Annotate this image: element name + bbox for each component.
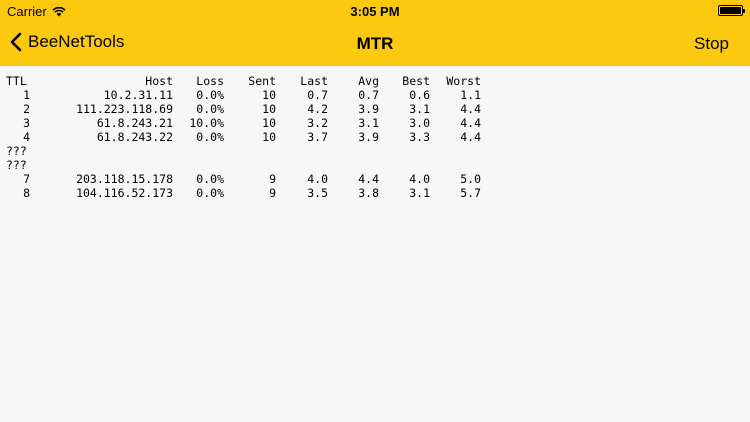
header-host: Host <box>145 74 173 88</box>
header-ttl: TTL <box>6 74 27 88</box>
cell-loss: 0.0% <box>196 102 224 116</box>
cell-last: 4.0 <box>307 172 328 186</box>
status-time: 3:05 PM <box>350 4 400 19</box>
table-row: ??? <box>6 144 481 158</box>
table-row: 2 111.223.118.69 0.0% 10 4.2 3.9 3.1 4.4 <box>6 102 481 116</box>
cell-best: 3.3 <box>409 130 430 144</box>
navigation-header: Carrier 3:05 PM BeeNetTools MTR Stop <box>0 0 750 66</box>
cell-ttl: 7 <box>23 172 30 186</box>
cell-avg: 3.9 <box>358 102 379 116</box>
cell-loss: 0.0% <box>196 88 224 102</box>
cell-avg: 4.4 <box>358 172 379 186</box>
cell-last: 3.2 <box>307 116 328 130</box>
cell-host: 104.116.52.173 <box>76 186 173 200</box>
cell-best: 4.0 <box>409 172 430 186</box>
battery-icon <box>718 5 745 16</box>
cell-last: 4.2 <box>307 102 328 116</box>
cell-sent: 10 <box>262 130 276 144</box>
cell-host: 10.2.31.11 <box>103 88 173 102</box>
cell-worst: 4.4 <box>460 116 481 130</box>
header-worst: Worst <box>446 74 481 88</box>
cell-host: 203.118.15.178 <box>76 172 173 186</box>
status-bar: Carrier 3:05 PM <box>0 0 750 22</box>
cell-loss: 0.0% <box>196 186 224 200</box>
cell-sent: 9 <box>269 186 276 200</box>
cell-last: 0.7 <box>307 88 328 102</box>
cell-loss: 0.0% <box>196 172 224 186</box>
table-row: ??? <box>6 158 481 172</box>
mtr-output: TTL Host Loss Sent Last Avg Best Worst 1… <box>6 74 481 200</box>
cell-ttl: ??? <box>6 158 27 172</box>
battery-fill <box>720 7 741 14</box>
cell-avg: 0.7 <box>358 88 379 102</box>
cell-best: 3.1 <box>409 102 430 116</box>
cell-avg: 3.1 <box>358 116 379 130</box>
cell-last: 3.7 <box>307 130 328 144</box>
cell-ttl: 8 <box>23 186 30 200</box>
cell-best: 3.1 <box>409 186 430 200</box>
cell-host: 61.8.243.21 <box>96 116 173 130</box>
nav-bar: BeeNetTools MTR Stop <box>0 22 750 66</box>
cell-host: 61.8.243.22 <box>96 130 173 144</box>
cell-sent: 10 <box>262 88 276 102</box>
cell-worst: 5.0 <box>460 172 481 186</box>
cell-ttl: 1 <box>23 88 30 102</box>
cell-avg: 3.9 <box>358 130 379 144</box>
table-row: 3 61.8.243.21 10.0% 10 3.2 3.1 3.0 4.4 <box>6 116 481 130</box>
table-row: 7 203.118.15.178 0.0% 9 4.0 4.4 4.0 5.0 <box>6 172 481 186</box>
header-last: Last <box>300 74 328 88</box>
cell-loss: 10.0% <box>189 116 224 130</box>
cell-host: 111.223.118.69 <box>76 102 173 116</box>
cell-loss: 0.0% <box>196 130 224 144</box>
stop-button[interactable]: Stop <box>694 34 729 54</box>
cell-sent: 10 <box>262 102 276 116</box>
header-loss: Loss <box>196 74 224 88</box>
header-avg: Avg <box>358 74 379 88</box>
cell-sent: 9 <box>269 172 276 186</box>
table-row: 4 61.8.243.22 0.0% 10 3.7 3.9 3.3 4.4 <box>6 130 481 144</box>
header-sent: Sent <box>248 74 276 88</box>
cell-ttl: 4 <box>23 130 30 144</box>
header-best: Best <box>402 74 430 88</box>
cell-worst: 4.4 <box>460 102 481 116</box>
table-row: 1 10.2.31.11 0.0% 10 0.7 0.7 0.6 1.1 <box>6 88 481 102</box>
cell-worst: 1.1 <box>460 88 481 102</box>
cell-sent: 10 <box>262 116 276 130</box>
cell-worst: 5.7 <box>460 186 481 200</box>
table-header: TTL Host Loss Sent Last Avg Best Worst <box>6 74 481 88</box>
cell-ttl: ??? <box>6 144 27 158</box>
cell-best: 0.6 <box>409 88 430 102</box>
cell-ttl: 3 <box>23 116 30 130</box>
cell-last: 3.5 <box>307 186 328 200</box>
cell-ttl: 2 <box>23 102 30 116</box>
table-row: 8 104.116.52.173 0.0% 9 3.5 3.8 3.1 5.7 <box>6 186 481 200</box>
page-title: MTR <box>356 34 394 53</box>
cell-best: 3.0 <box>409 116 430 130</box>
cell-avg: 3.8 <box>358 186 379 200</box>
cell-worst: 4.4 <box>460 130 481 144</box>
